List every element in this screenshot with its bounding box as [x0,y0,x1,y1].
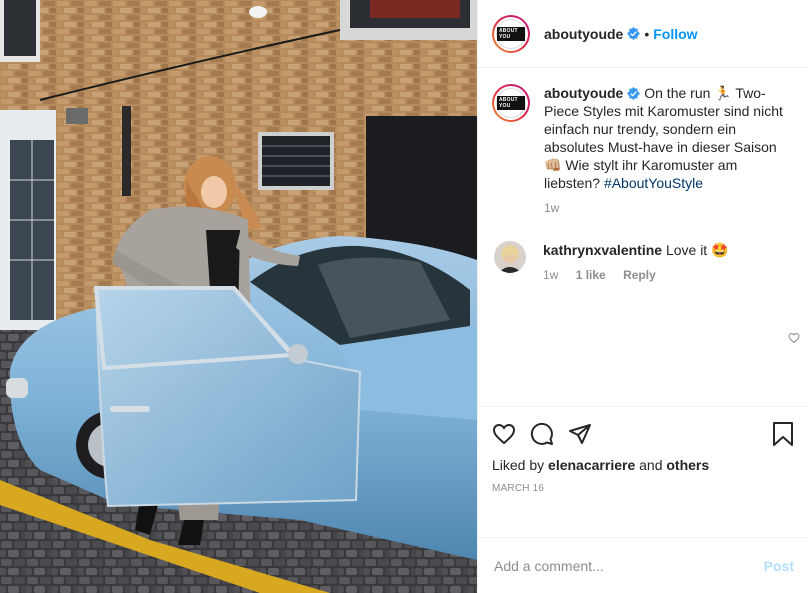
separator-dot: • [644,25,650,42]
liked-by: Liked by elenacarriere and others [492,457,794,473]
comment-body: kathrynxvalentine Love it 🤩 [543,241,792,259]
comment-icon[interactable] [530,422,554,446]
comment-likes[interactable]: 1 like [576,268,606,282]
caption-avatar[interactable]: ABOUT YOU [492,84,530,122]
street-car-photo [0,0,477,593]
post-comment-button[interactable]: Post [764,558,794,574]
comment-composer: Add a comment... Post [478,537,808,593]
bookmark-icon[interactable] [772,422,794,446]
reply-button[interactable]: Reply [623,268,656,282]
post-actions: Liked by elenacarriere and others MARCH … [478,406,808,537]
heart-icon[interactable] [492,422,516,446]
commenter-username[interactable]: kathrynxvalentine [543,242,662,258]
caption-hashtag[interactable]: #AboutYouStyle [604,175,703,191]
caption-username[interactable]: aboutyoude [544,85,623,101]
header-username[interactable]: aboutyoude [544,26,623,42]
post-date[interactable]: MARCH 16 [492,483,794,494]
liked-others[interactable]: others [666,457,709,473]
post-sidebar: ABOUT YOU aboutyoude • Follow ABOUT YOU … [477,0,808,593]
account-avatar[interactable]: ABOUT YOU [492,14,530,53]
liked-and: and [635,457,667,473]
commenter-avatar[interactable] [494,241,526,273]
verified-badge-icon [627,27,641,40]
instagram-post: ABOUT YOU aboutyoude • Follow ABOUT YOU … [0,0,808,593]
comment-age[interactable]: 1w [543,268,558,282]
comment-item: kathrynxvalentine Love it 🤩 1w 1 like Re… [492,241,792,282]
comment-input[interactable]: Add a comment... [494,558,764,574]
comment-text: Love it 🤩 [665,242,729,258]
follow-button[interactable]: Follow [653,26,697,42]
caption-meta: 1w [544,201,792,215]
caption: ABOUT YOU aboutyoude On the run 🏃 Two-Pi… [492,84,792,215]
brand-logo: ABOUT YOU [497,26,525,41]
comments-section: ABOUT YOU aboutyoude On the run 🏃 Two-Pi… [478,68,808,406]
post-header: ABOUT YOU aboutyoude • Follow [478,0,808,68]
post-photo[interactable] [0,0,477,593]
liked-prefix: Liked by [492,457,549,473]
caption-verified-badge-icon [627,87,641,100]
share-icon[interactable] [568,422,592,446]
comment-like-heart-icon[interactable] [788,332,800,344]
liked-user[interactable]: elenacarriere [548,457,635,473]
caption-age[interactable]: 1w [544,201,559,215]
comment-meta: 1w 1 like Reply [543,268,792,282]
caption-brand-logo: ABOUT YOU [497,96,525,110]
caption-body: aboutyoude On the run 🏃 Two-Piece Styles… [544,84,792,192]
